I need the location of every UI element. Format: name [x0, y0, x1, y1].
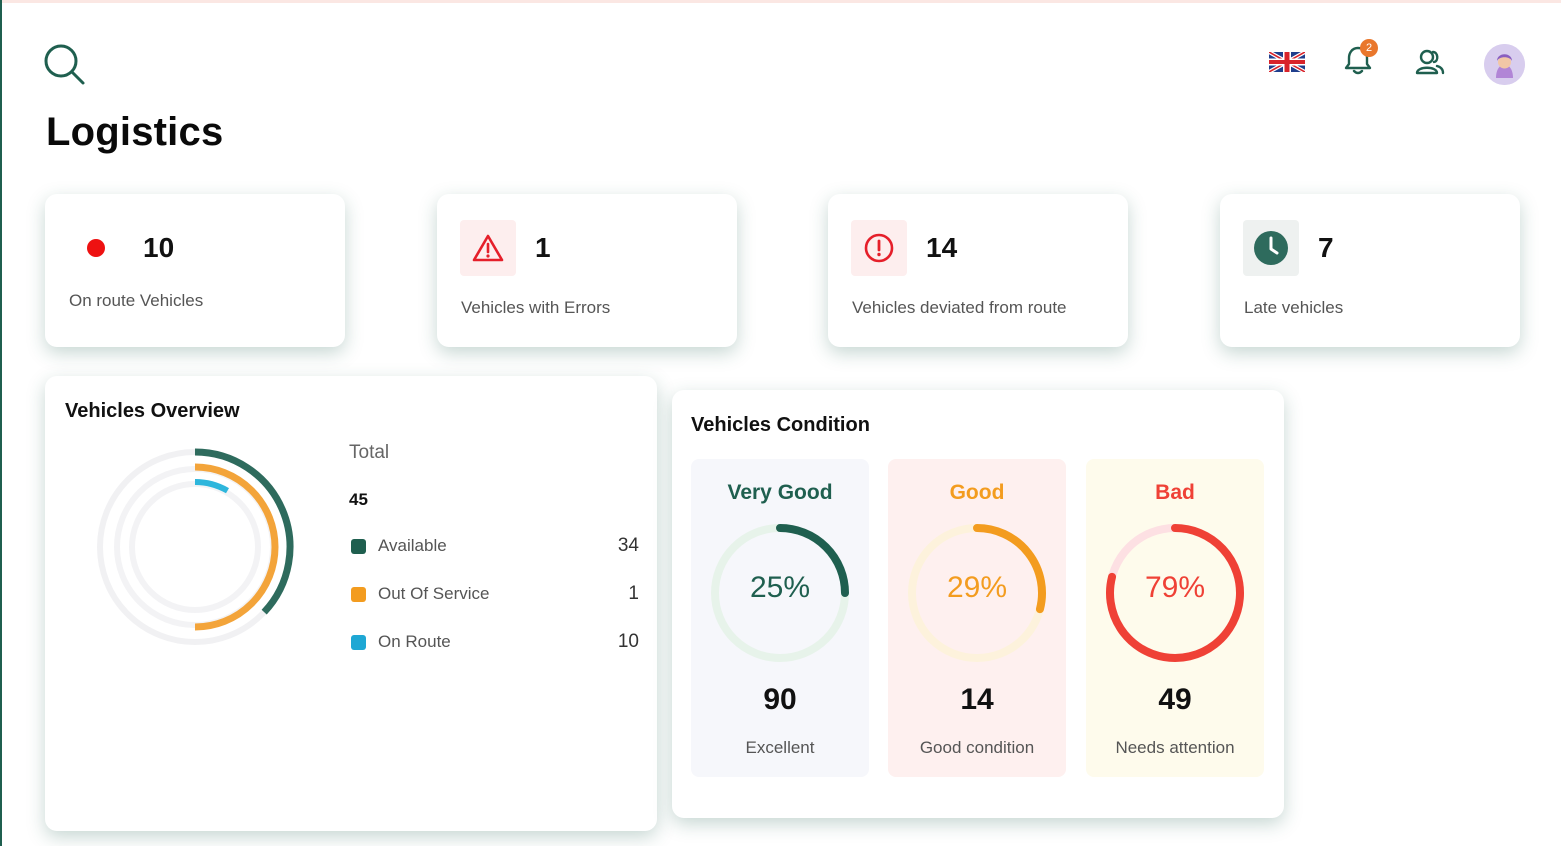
stat-card-errors[interactable]: 1 Vehicles with Errors [437, 194, 737, 347]
notification-count-badge: 2 [1360, 39, 1378, 57]
legend-swatch [351, 634, 366, 650]
legend-swatch [351, 538, 366, 554]
condition-count: 14 [960, 683, 994, 716]
vehicles-condition-panel: Vehicles Condition Very Good 25% 90 Exce… [672, 390, 1284, 818]
top-accent-line [0, 0, 1561, 3]
avatar[interactable] [1484, 44, 1525, 85]
legend-item-out-of-service: Out Of Service 1 [351, 582, 639, 606]
total-label: Total [349, 442, 390, 463]
condition-name: Bad [1155, 481, 1195, 504]
arc-out-of-service [194, 463, 279, 631]
condition-name: Very Good [727, 481, 833, 504]
stat-label: Vehicles with Errors [461, 298, 611, 317]
page-title: Logistics [46, 110, 224, 154]
stat-card-on-route[interactable]: 10 On route Vehicles [45, 194, 345, 347]
panel-title: Vehicles Condition [691, 414, 870, 436]
condition-caption: Good condition [919, 738, 1035, 757]
search-icon[interactable] [40, 40, 88, 88]
panel-title: Vehicles Overview [65, 400, 240, 422]
clock-icon [1243, 220, 1299, 276]
users-icon[interactable] [1412, 44, 1448, 80]
stat-label: Vehicles deviated from route [852, 298, 1067, 317]
condition-percent: 79% [1144, 571, 1206, 604]
legend-swatch [351, 586, 366, 602]
stat-value: 7 [1318, 232, 1334, 263]
condition-card-bad[interactable]: Bad 79% 49 Needs attention [1086, 459, 1264, 777]
stat-value: 10 [143, 232, 175, 263]
sidebar-edge [0, 0, 2, 846]
condition-card-very-good[interactable]: Very Good 25% 90 Excellent [691, 459, 869, 777]
legend-value: 1 [628, 583, 639, 604]
stat-label: Late vehicles [1244, 298, 1344, 317]
legend-value: 10 [617, 631, 639, 652]
vehicles-overview-panel: Vehicles Overview Total 45 Available 34 … [45, 376, 657, 831]
condition-count: 90 [763, 683, 797, 716]
legend-label: Available [378, 536, 447, 555]
condition-percent: 29% [946, 571, 1008, 604]
condition-caption: Needs attention [1115, 738, 1235, 757]
exclamation-circle-icon [851, 220, 907, 276]
legend-item-on-route: On Route 10 [351, 630, 639, 654]
stat-value: 1 [535, 232, 551, 263]
red-dot-icon [68, 220, 124, 276]
notifications-button[interactable]: 2 [1340, 39, 1378, 80]
stat-card-late[interactable]: 7 Late vehicles [1220, 194, 1520, 347]
condition-count: 49 [1158, 683, 1192, 716]
stat-label: On route Vehicles [69, 291, 204, 310]
stat-value: 14 [926, 232, 958, 263]
condition-percent: 25% [749, 571, 811, 604]
legend-item-available: Available 34 [351, 534, 639, 558]
warning-triangle-icon [460, 220, 516, 276]
overview-donut-chart [97, 448, 294, 645]
legend-value: 34 [617, 535, 639, 556]
condition-card-good[interactable]: Good 29% 14 Good condition [888, 459, 1066, 777]
stat-card-deviated[interactable]: 14 Vehicles deviated from route [828, 194, 1128, 347]
total-value: 45 [349, 490, 368, 509]
condition-name: Good [949, 481, 1005, 504]
legend-label: On Route [378, 632, 451, 651]
condition-caption: Excellent [745, 738, 815, 757]
uk-flag-icon[interactable] [1269, 52, 1305, 72]
legend-label: Out Of Service [378, 584, 490, 603]
